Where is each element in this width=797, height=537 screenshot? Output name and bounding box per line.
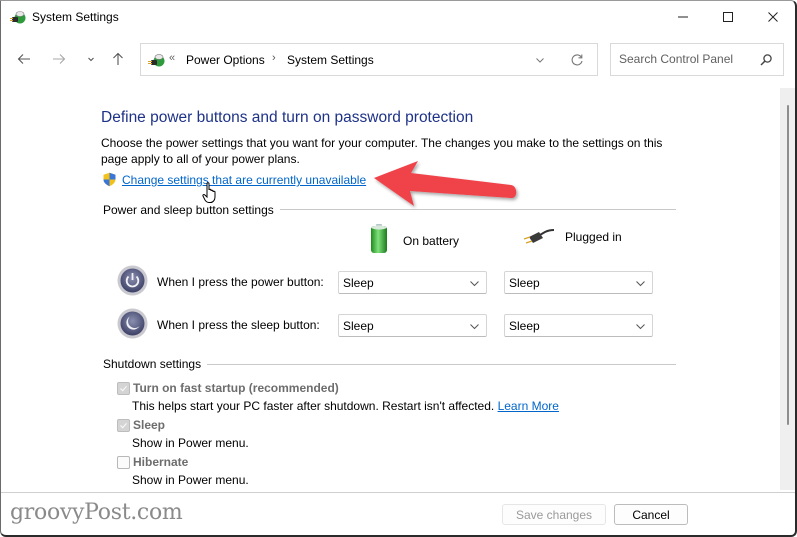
breadcrumb-power-options[interactable]: Power Options xyxy=(186,53,265,67)
select-value: Sleep xyxy=(509,319,540,333)
sleep-button-icon xyxy=(117,308,148,339)
sleep-label: Sleep xyxy=(133,418,166,432)
recent-locations-button[interactable] xyxy=(79,47,103,71)
uac-shield-icon xyxy=(103,172,116,187)
sleep-button-on-battery-select[interactable]: Sleep xyxy=(338,314,487,337)
vertical-scrollbar[interactable] xyxy=(780,88,795,490)
maximize-icon xyxy=(723,12,733,22)
fast-startup-label: Turn on fast startup (recommended) xyxy=(133,381,339,395)
hibernate-checkbox[interactable] xyxy=(117,455,130,469)
change-settings-link[interactable]: Change settings that are currently unava… xyxy=(122,173,366,187)
power-plug-icon xyxy=(523,229,555,244)
hibernate-description: Show in Power menu. xyxy=(132,473,249,487)
select-value: Sleep xyxy=(509,276,540,290)
select-value: Sleep xyxy=(343,276,374,290)
fast-startup-description: This helps start your PC faster after sh… xyxy=(132,399,559,413)
arrow-up-icon xyxy=(113,52,123,65)
watermark: groovyPost.com xyxy=(10,500,183,525)
checkmark-icon xyxy=(120,422,127,429)
column-plugged-in: Plugged in xyxy=(523,227,622,247)
hand-cursor-icon xyxy=(202,182,216,203)
chevron-down-icon xyxy=(470,281,479,287)
page-description: Choose the power settings that you want … xyxy=(101,136,663,166)
chevron-down-icon xyxy=(88,57,94,62)
sleep-button-label: When I press the sleep button: xyxy=(157,318,320,332)
chevron-down-icon xyxy=(470,324,479,330)
checkmark-icon xyxy=(120,385,127,392)
column-on-battery: On battery xyxy=(369,224,460,255)
search-icon[interactable] xyxy=(759,53,773,67)
breadcrumb-overflow[interactable]: « xyxy=(169,52,175,64)
sleep-button-plugged-in-select[interactable]: Sleep xyxy=(504,314,653,337)
sleep-description: Show in Power menu. xyxy=(132,436,249,450)
address-bar[interactable]: « Power Options › System Settings xyxy=(140,43,598,76)
battery-icon xyxy=(371,224,387,253)
power-sleep-section-title: Power and sleep button settings xyxy=(103,203,280,217)
power-button-label: When I press the power button: xyxy=(157,275,324,289)
power-button-on-battery-select[interactable]: Sleep xyxy=(338,271,487,294)
sleep-checkbox-row: Sleep xyxy=(117,418,165,432)
power-options-icon xyxy=(148,54,165,67)
minimize-icon xyxy=(678,16,688,18)
back-button[interactable] xyxy=(12,47,36,71)
plugged-in-label: Plugged in xyxy=(565,230,622,244)
power-button-plugged-in-select[interactable]: Sleep xyxy=(504,271,653,294)
refresh-icon[interactable] xyxy=(569,52,585,68)
search-box[interactable] xyxy=(610,43,784,76)
window-title: System Settings xyxy=(32,10,119,24)
select-value: Sleep xyxy=(343,319,374,333)
breadcrumb-separator[interactable]: › xyxy=(272,52,276,64)
breadcrumb-system-settings[interactable]: System Settings xyxy=(287,53,374,67)
chevron-down-icon xyxy=(636,281,645,287)
shutdown-section-title: Shutdown settings xyxy=(103,357,208,371)
fast-startup-description-text: This helps start your PC faster after sh… xyxy=(132,399,498,413)
footer-divider xyxy=(1,492,795,493)
address-dropdown-icon[interactable] xyxy=(532,52,548,68)
arrow-right-icon xyxy=(53,54,66,64)
content-area: Define power buttons and turn on passwor… xyxy=(1,88,780,490)
up-button[interactable] xyxy=(106,47,130,71)
fast-startup-checkbox-row: Turn on fast startup (recommended) xyxy=(117,381,339,395)
power-options-icon xyxy=(10,11,26,24)
search-input[interactable] xyxy=(619,52,759,66)
scrollbar-thumb[interactable] xyxy=(787,105,789,425)
chevron-down-icon xyxy=(636,324,645,330)
maximize-button[interactable] xyxy=(705,1,751,33)
fast-startup-checkbox[interactable] xyxy=(117,381,130,395)
arrow-left-icon xyxy=(17,54,30,64)
minimize-button[interactable] xyxy=(660,1,706,33)
forward-button[interactable] xyxy=(47,47,71,71)
close-button[interactable] xyxy=(750,1,795,33)
cancel-button[interactable]: Cancel xyxy=(614,504,688,525)
hibernate-label: Hibernate xyxy=(133,455,189,469)
power-button-icon xyxy=(117,265,148,296)
system-settings-window: System Settings « Power Options › System… xyxy=(0,0,797,537)
page-heading: Define power buttons and turn on passwor… xyxy=(101,109,474,126)
title-bar: System Settings xyxy=(1,1,795,33)
hibernate-checkbox-row: Hibernate xyxy=(117,455,188,469)
learn-more-link[interactable]: Learn More xyxy=(498,399,559,413)
save-changes-button[interactable]: Save changes xyxy=(502,504,606,525)
sleep-checkbox[interactable] xyxy=(117,418,130,432)
on-battery-label: On battery xyxy=(403,234,460,248)
close-icon xyxy=(768,12,778,22)
